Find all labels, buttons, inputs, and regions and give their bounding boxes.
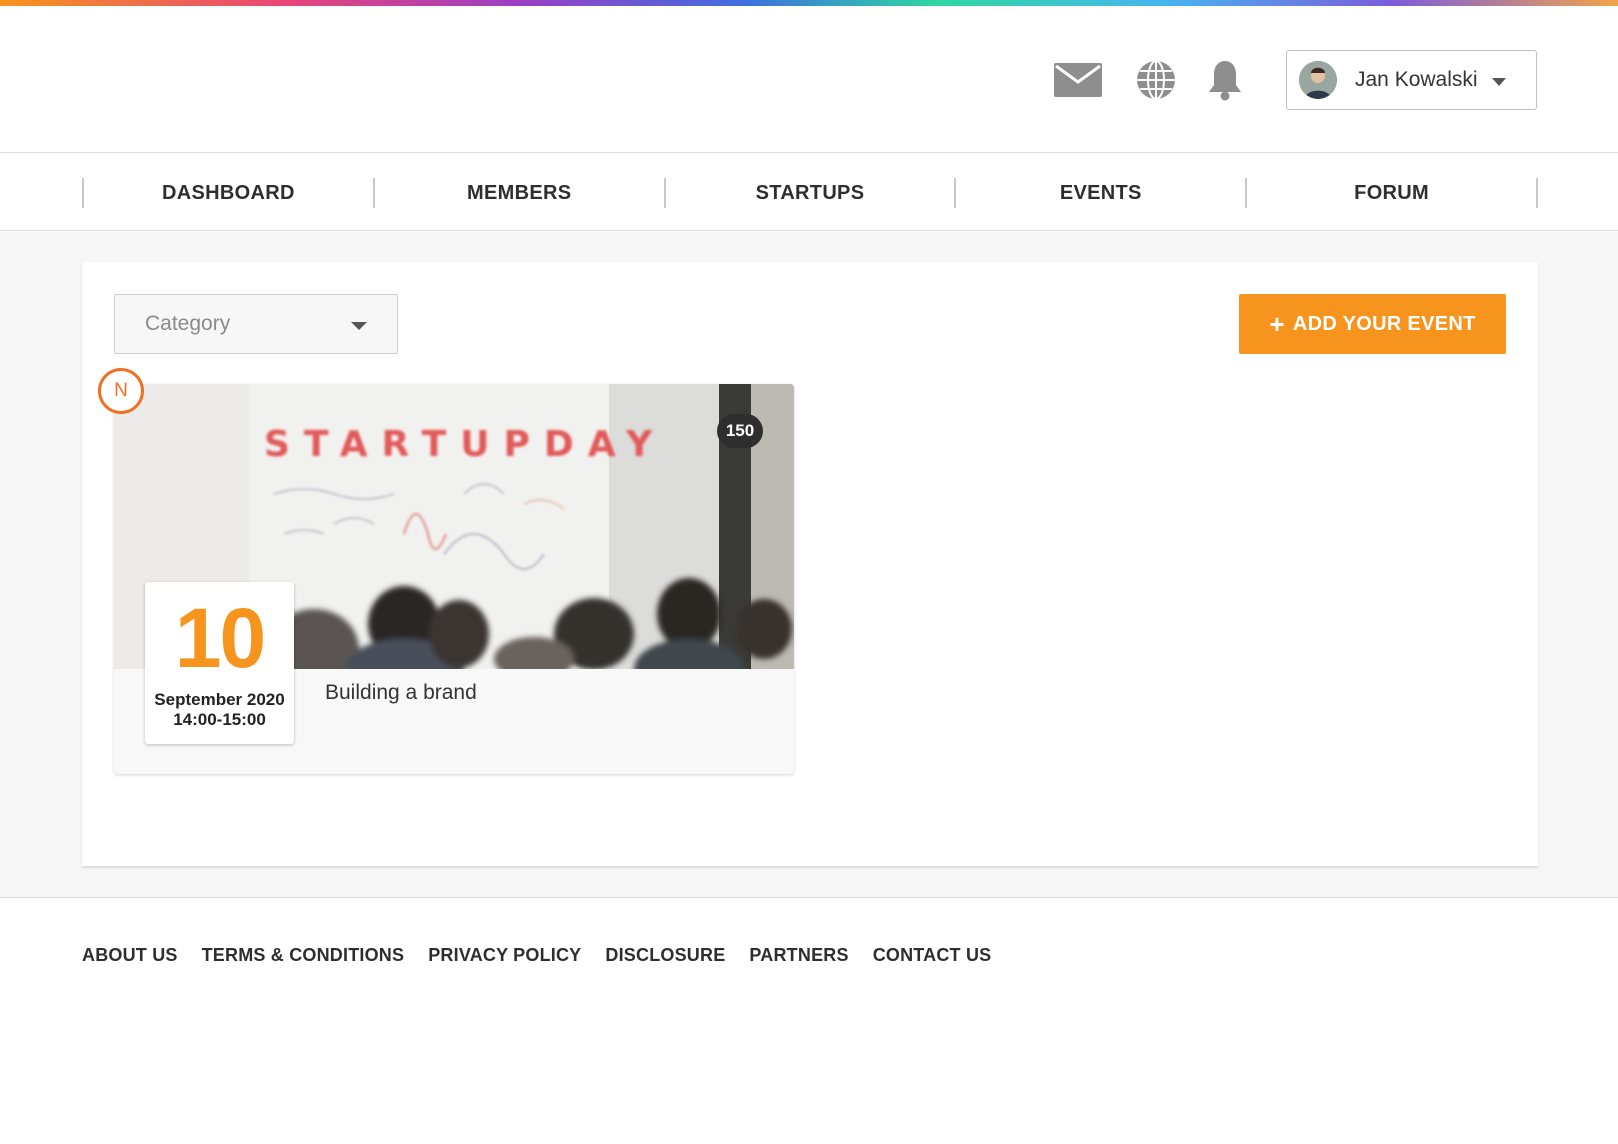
plus-icon: + <box>1269 309 1285 339</box>
footer-link-about-us[interactable]: ABOUT US <box>82 945 178 966</box>
avatar <box>1299 61 1337 99</box>
nav-item-dashboard[interactable]: DASHBOARD <box>82 178 373 208</box>
main-nav: DASHBOARD MEMBERS STARTUPS EVENTS FORUM <box>0 154 1618 231</box>
user-menu[interactable]: Jan Kowalski <box>1286 50 1537 110</box>
event-card[interactable]: N STARTUPDAY 150 10 September 2020 14:00… <box>98 368 794 774</box>
chevron-down-icon <box>351 322 367 330</box>
bell-icon[interactable] <box>1204 58 1246 102</box>
footer-link-privacy[interactable]: PRIVACY POLICY <box>428 945 581 966</box>
category-placeholder: Category <box>145 312 231 335</box>
footer-link-contact-us[interactable]: CONTACT US <box>873 945 992 966</box>
nav-item-forum[interactable]: FORUM <box>1245 178 1538 208</box>
events-panel: Category + ADD YOUR EVENT N STARTUPDAY 1… <box>82 262 1538 866</box>
new-badge: N <box>98 368 144 414</box>
add-event-label: ADD YOUR EVENT <box>1292 312 1476 335</box>
chevron-down-icon <box>1492 78 1506 86</box>
site-footer: ABOUT US TERMS & CONDITIONS PRIVACY POLI… <box>0 899 1618 1144</box>
globe-icon[interactable] <box>1133 58 1179 102</box>
event-title[interactable]: Building a brand <box>325 681 477 705</box>
nav-item-startups[interactable]: STARTUPS <box>663 178 955 208</box>
footer-links: ABOUT US TERMS & CONDITIONS PRIVACY POLI… <box>82 945 991 966</box>
footer-link-partners[interactable]: PARTNERS <box>749 945 848 966</box>
event-day: 10 <box>174 591 266 685</box>
event-time: 14:00-15:00 <box>173 710 266 729</box>
footer-link-disclosure[interactable]: DISCLOSURE <box>605 945 725 966</box>
mail-icon[interactable] <box>1052 58 1104 102</box>
add-event-button[interactable]: + ADD YOUR EVENT <box>1239 294 1506 354</box>
category-select[interactable]: Category <box>114 294 398 354</box>
attendee-count-badge: 150 <box>717 414 763 448</box>
image-text: STARTUPDAY <box>264 424 666 465</box>
nav-item-events[interactable]: EVENTS <box>954 178 1245 208</box>
event-date-box: 10 September 2020 14:00-15:00 <box>145 582 294 744</box>
events-page: Category + ADD YOUR EVENT N STARTUPDAY 1… <box>0 232 1618 898</box>
footer-link-terms[interactable]: TERMS & CONDITIONS <box>202 945 405 966</box>
site-header: Jan Kowalski <box>0 6 1618 153</box>
nav-item-members[interactable]: MEMBERS <box>372 178 664 208</box>
user-name: Jan Kowalski <box>1355 68 1478 91</box>
event-month-year: September 2020 <box>154 690 285 709</box>
